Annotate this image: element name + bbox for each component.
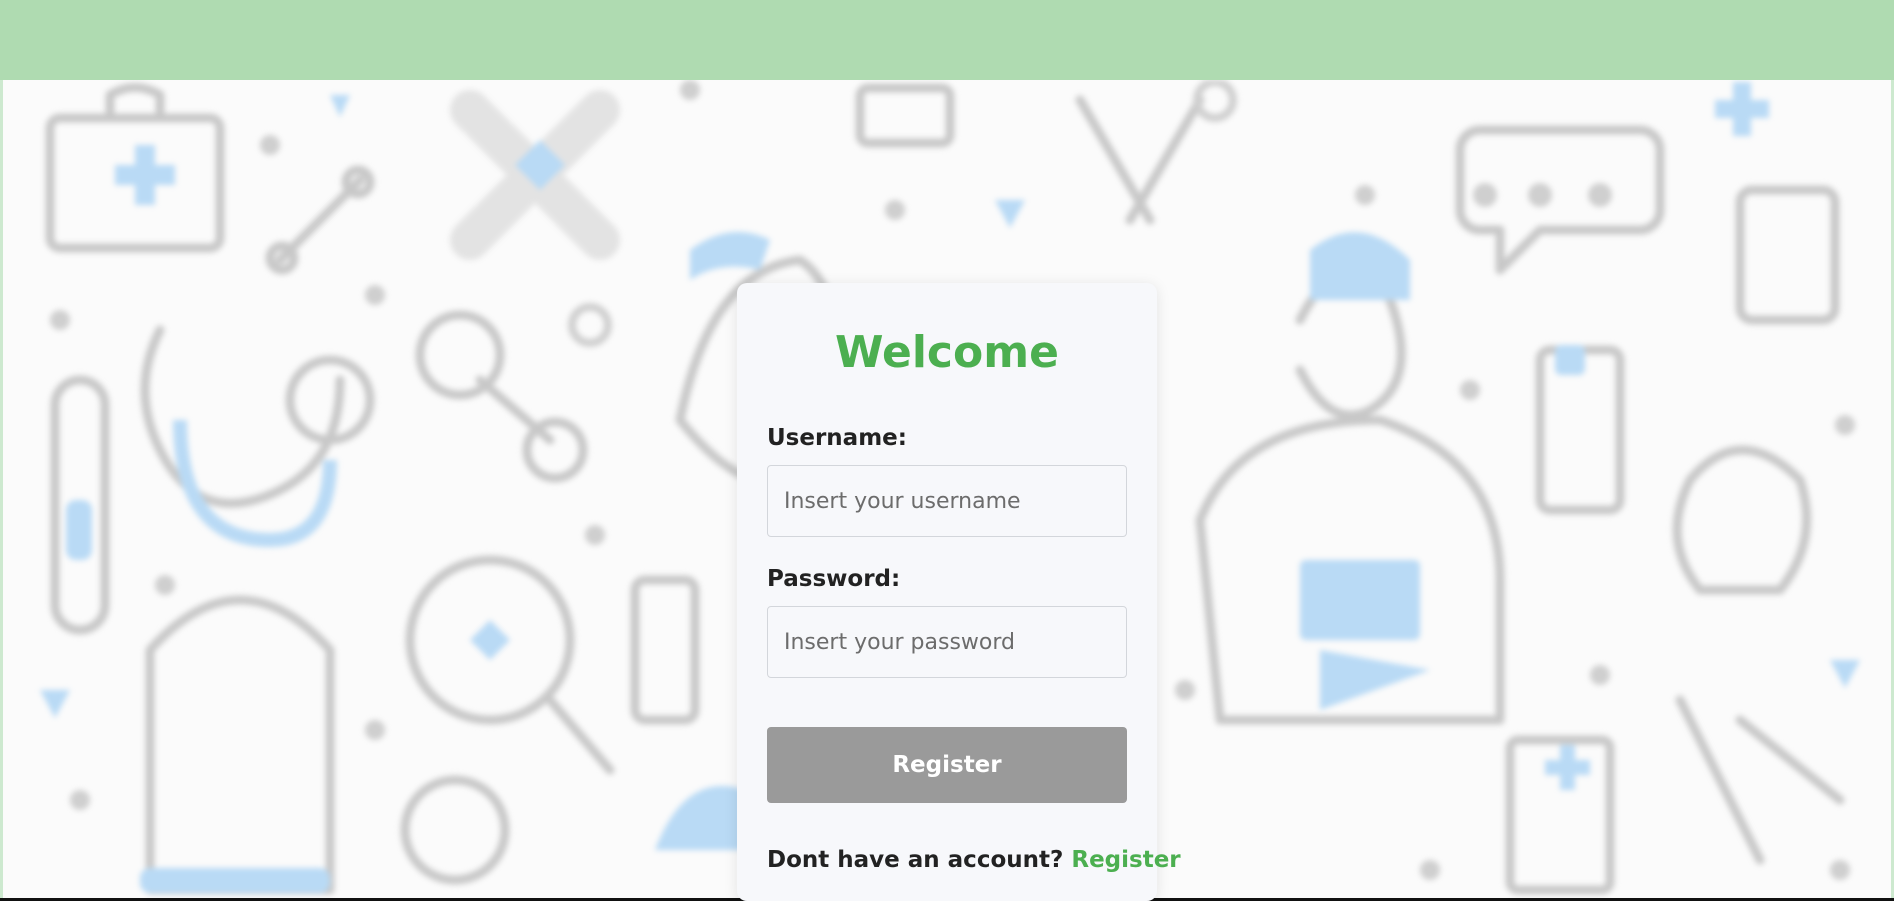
- password-input[interactable]: [767, 606, 1127, 678]
- spray-bottle-icon: [630, 575, 700, 725]
- password-label: Password:: [767, 566, 901, 592]
- clippers-icon: [1675, 695, 1845, 865]
- jar-icon: [855, 83, 955, 148]
- rabbit-icon: [1672, 445, 1812, 595]
- username-input[interactable]: [767, 465, 1127, 537]
- welcome-title: Welcome: [835, 327, 1059, 378]
- register-button[interactable]: Register: [767, 727, 1127, 803]
- birdcage-icon: [145, 595, 335, 895]
- top-bar: [0, 0, 1894, 80]
- stethoscope-icon: [140, 325, 345, 508]
- register-prompt: Dont have an account? Register: [767, 847, 1181, 873]
- login-card: Welcome Username: Password: Register Don…: [737, 283, 1181, 901]
- scissors-icon: [1075, 95, 1205, 225]
- ball-icon: [400, 775, 510, 885]
- username-label: Username:: [767, 425, 907, 451]
- pill-bottle-icon: [1735, 185, 1840, 325]
- register-prompt-text: Dont have an account?: [767, 847, 1064, 873]
- register-link[interactable]: Register: [1071, 847, 1180, 873]
